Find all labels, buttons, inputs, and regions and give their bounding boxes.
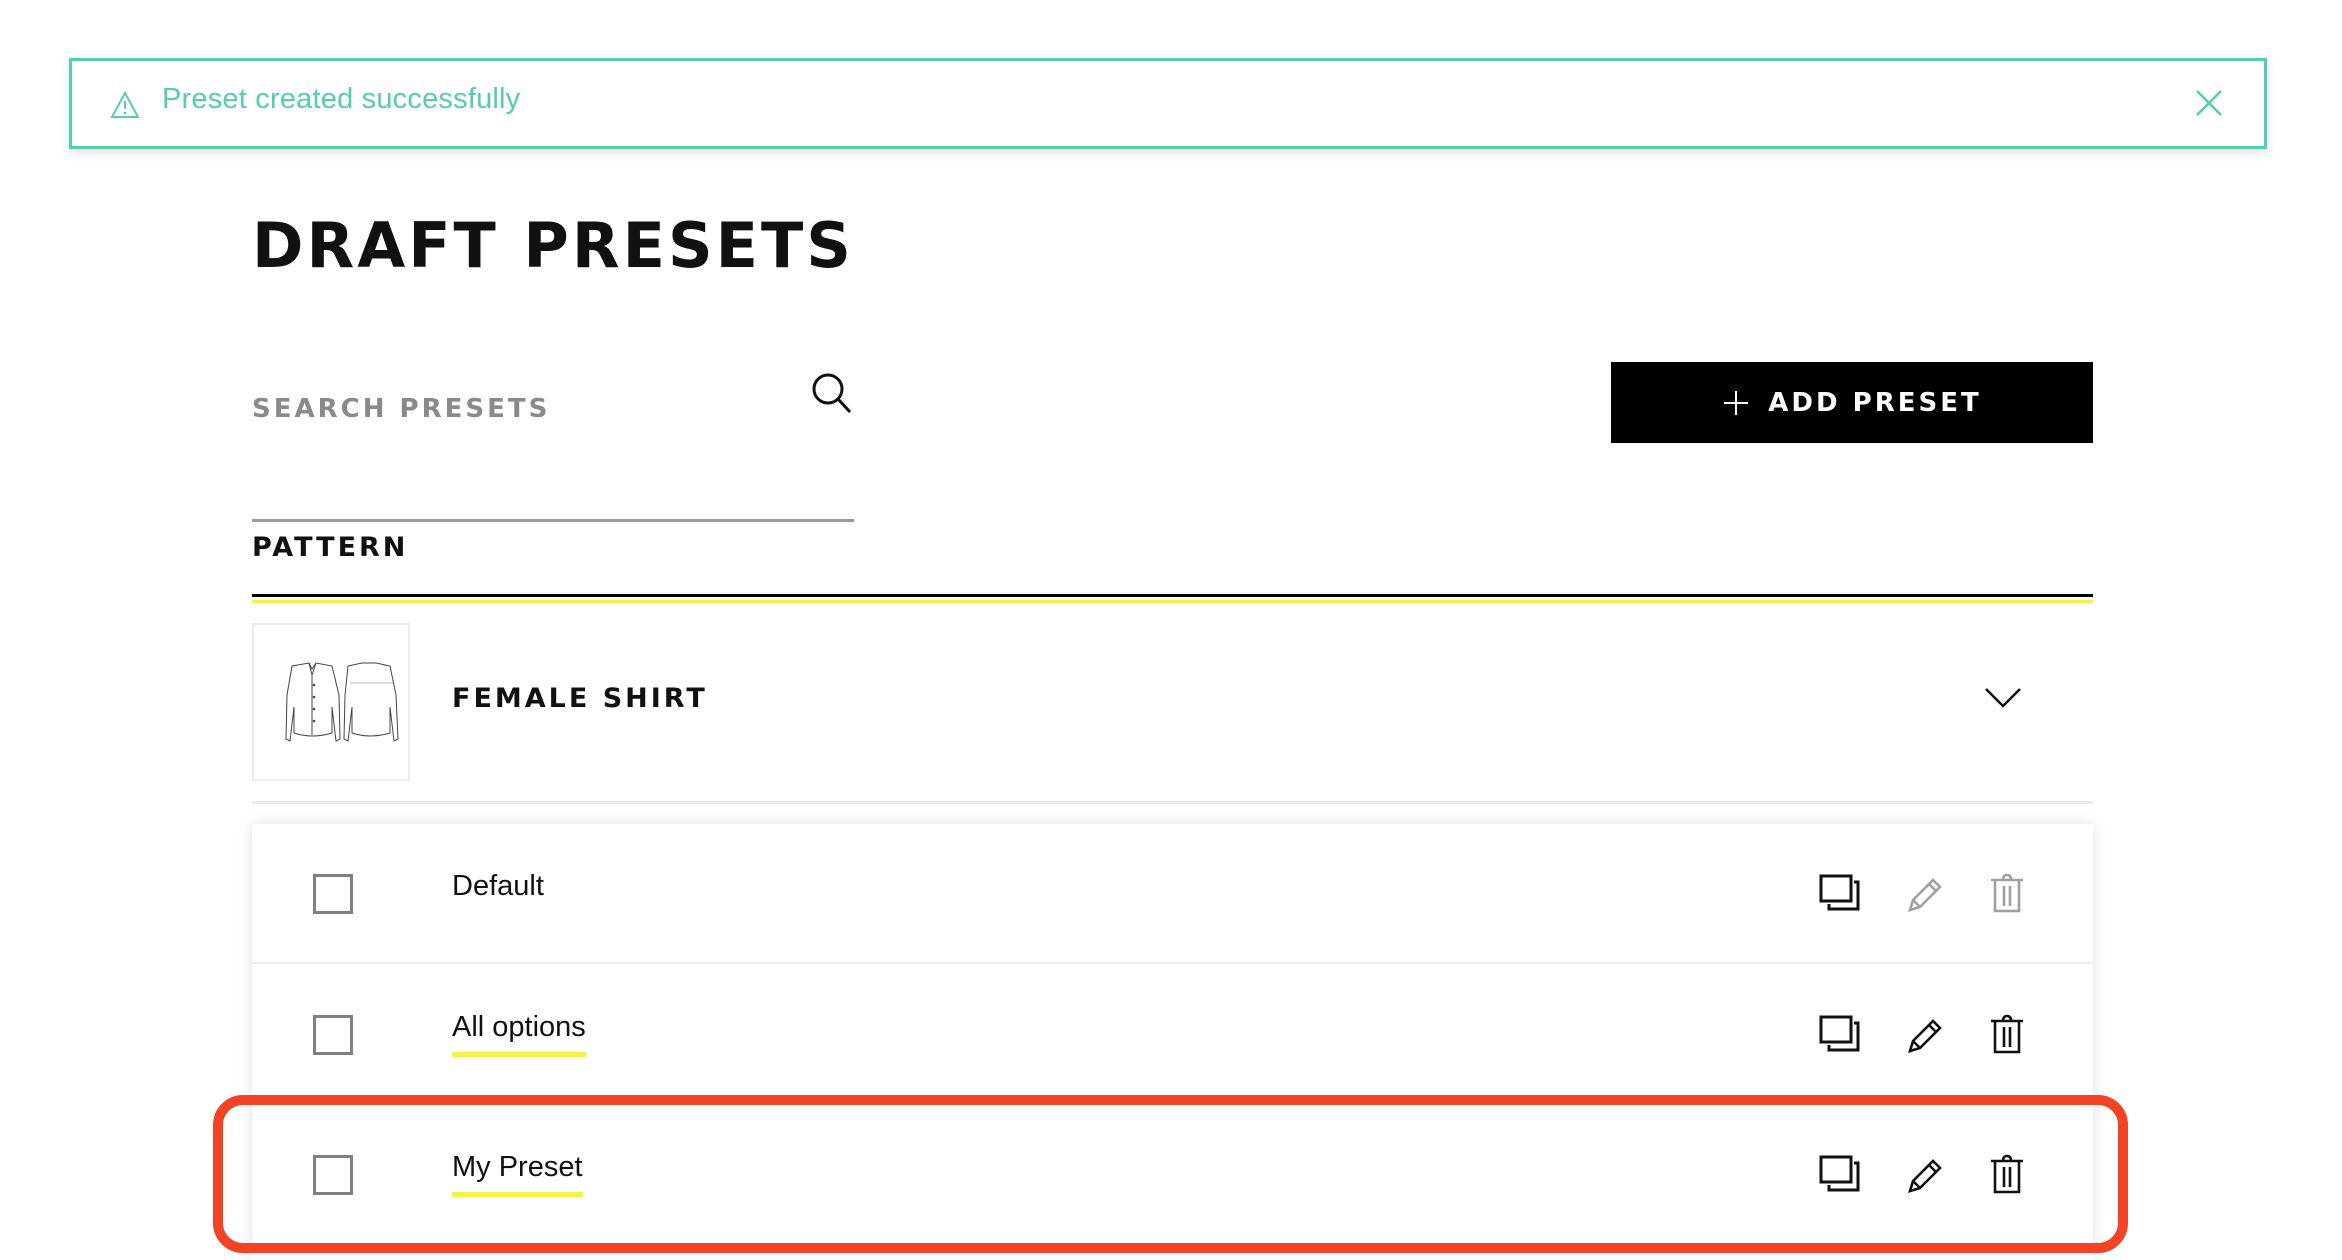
duplicate-icon[interactable] (1818, 1153, 1862, 1197)
search-bar (252, 360, 854, 522)
preset-row: My Preset (252, 1105, 2093, 1245)
shirt-illustration (285, 662, 399, 742)
close-icon[interactable] (2194, 88, 2224, 118)
search-underline (252, 519, 854, 522)
edit-pencil-icon[interactable] (1902, 1013, 1946, 1057)
duplicate-icon[interactable] (1818, 1013, 1862, 1057)
search-icon[interactable] (811, 372, 853, 414)
preset-list: Default All options My Preset (252, 824, 2093, 1260)
add-preset-label: ADD PRESET (1768, 387, 1982, 418)
success-toast: Preset created successfully (69, 58, 2267, 149)
preset-checkbox[interactable] (313, 874, 353, 914)
edit-pencil-icon (1908, 878, 1942, 912)
chevron-down-icon[interactable] (1983, 685, 2023, 711)
pattern-row[interactable]: FEMALE SHIRT (252, 623, 2093, 803)
preset-checkbox[interactable] (313, 1015, 353, 1055)
section-rule (252, 594, 2093, 597)
search-input[interactable] (252, 374, 792, 444)
section-rule-accent (252, 600, 2093, 603)
add-preset-button[interactable]: ADD PRESET (1611, 362, 2093, 443)
preset-name-link[interactable]: All options (452, 1011, 586, 1057)
section-label-pattern: PATTERN (252, 532, 409, 563)
pattern-name: FEMALE SHIRT (452, 683, 708, 714)
preset-name-link[interactable]: My Preset (452, 1151, 583, 1197)
page-title: DRAFT PRESETS (252, 209, 854, 282)
row-divider (252, 962, 2093, 964)
preset-name: Default (452, 870, 544, 902)
warning-triangle-icon (110, 91, 140, 118)
trash-icon[interactable] (1985, 1013, 2029, 1057)
preset-checkbox[interactable] (313, 1155, 353, 1195)
trash-icon[interactable] (1985, 1153, 2029, 1197)
trash-icon (1991, 873, 2023, 913)
preset-row: Default (252, 824, 2093, 964)
edit-pencil-icon[interactable] (1902, 1153, 1946, 1197)
preset-row: All options (252, 965, 2093, 1105)
toast-message: Preset created successfully (162, 83, 521, 115)
plus-icon (1724, 390, 1749, 415)
pattern-divider (252, 801, 2093, 804)
duplicate-icon[interactable] (1818, 872, 1862, 916)
pattern-thumbnail (252, 623, 410, 781)
